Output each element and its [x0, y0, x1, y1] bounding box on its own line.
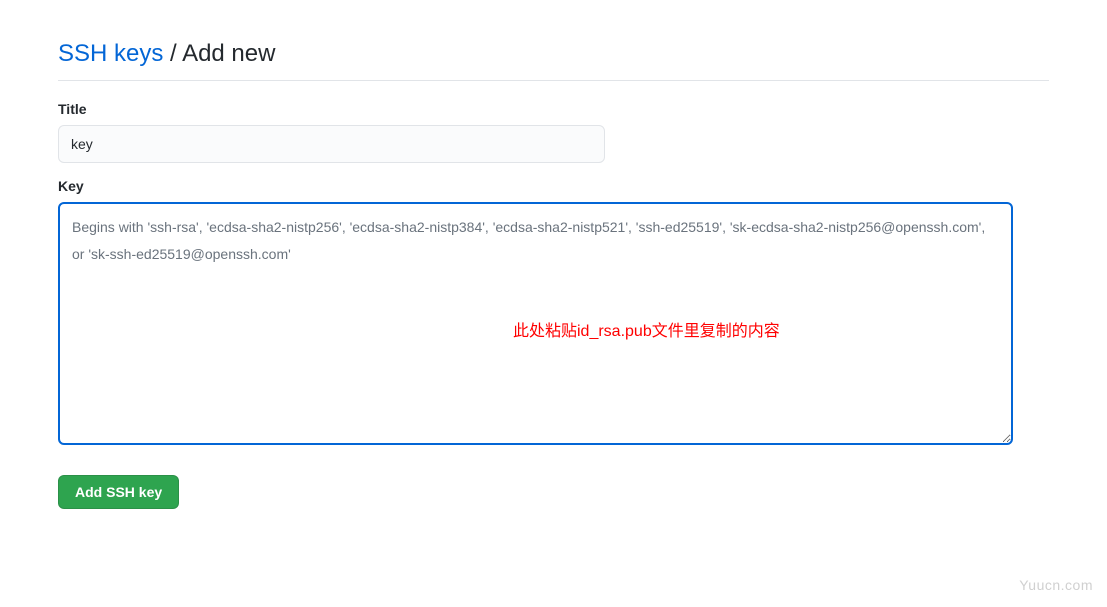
breadcrumb-separator: / [163, 40, 182, 67]
add-ssh-key-button[interactable]: Add SSH key [58, 475, 179, 509]
page-container: SSH keys / Add new Title Key 此处粘贴id_rsa.… [0, 0, 1107, 509]
key-textarea-wrap: 此处粘贴id_rsa.pub文件里复制的内容 [58, 202, 1049, 450]
ssh-keys-link[interactable]: SSH keys [58, 40, 163, 67]
key-group: Key 此处粘贴id_rsa.pub文件里复制的内容 [58, 178, 1049, 450]
key-textarea[interactable] [58, 202, 1013, 445]
breadcrumb: SSH keys / Add new [58, 40, 1049, 81]
key-label: Key [58, 178, 1049, 194]
watermark: Yuucn.com [1019, 577, 1093, 593]
breadcrumb-current: Add new [182, 40, 275, 67]
title-label: Title [58, 101, 1049, 117]
title-group: Title [58, 101, 1049, 163]
title-input[interactable] [58, 125, 605, 163]
